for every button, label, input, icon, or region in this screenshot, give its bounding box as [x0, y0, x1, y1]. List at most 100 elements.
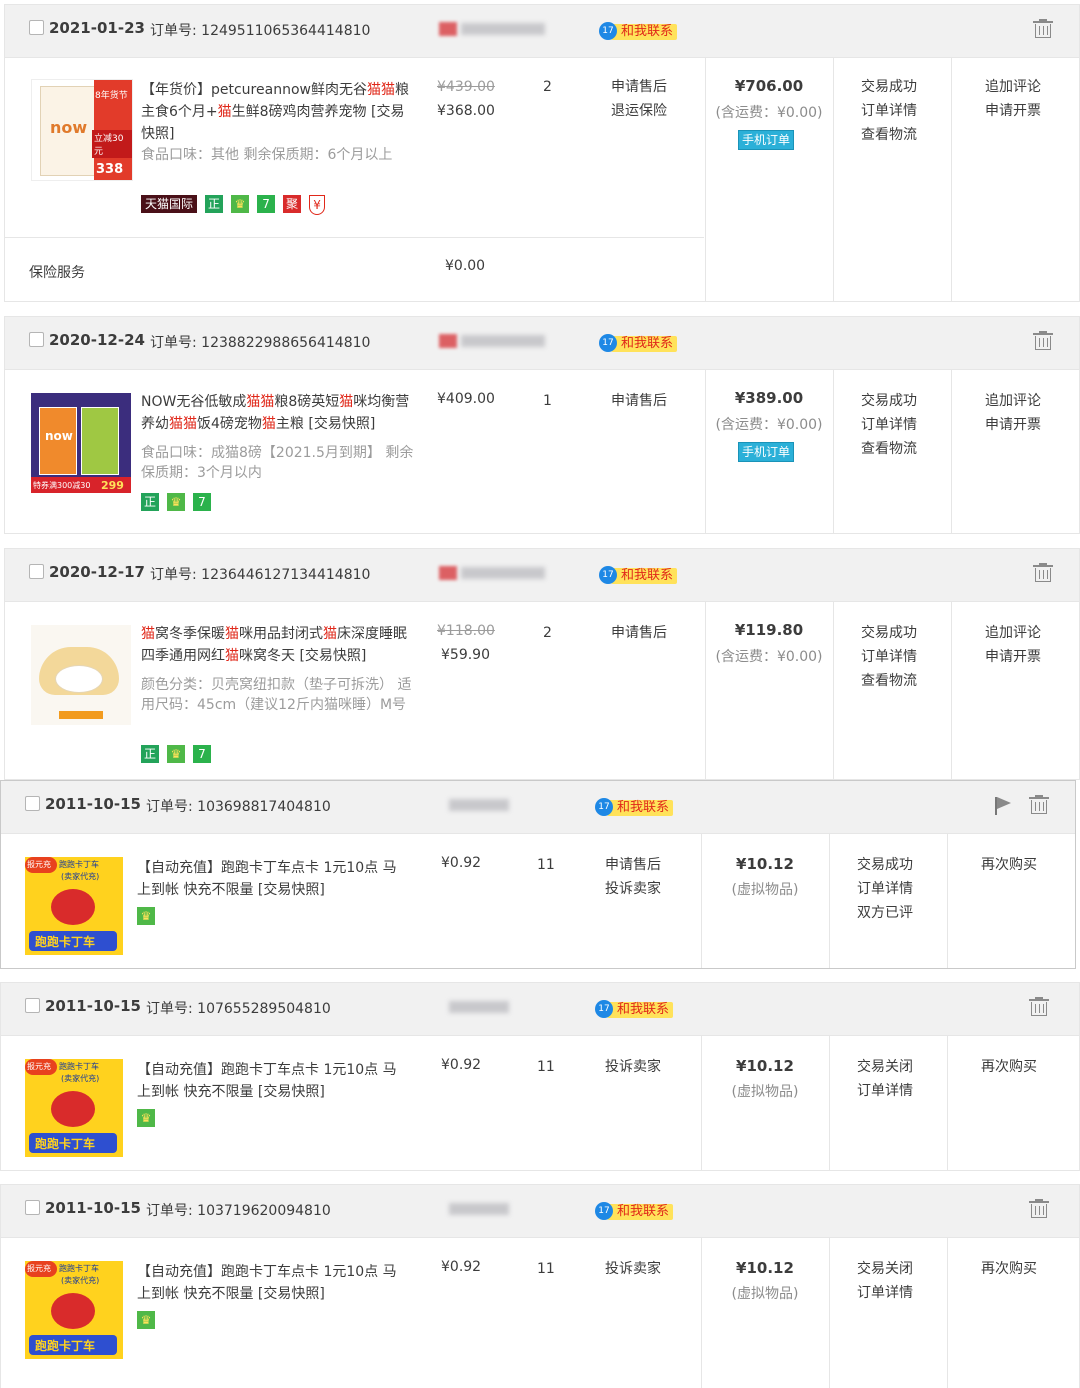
product-thumbnail[interactable]: 报元充 跑跑卡丁车 (卖家代充) 跑跑卡丁车: [25, 1261, 123, 1359]
shop-name-blurred[interactable]: [441, 795, 551, 815]
apply-after-sales-link[interactable]: 申请售后: [611, 389, 667, 413]
flag-icon[interactable]: [993, 795, 1013, 817]
product-thumbnail[interactable]: [31, 625, 131, 725]
view-logistics-link[interactable]: 查看物流: [861, 437, 917, 461]
product-spec: 食品口味：其他 剩余保质期：6个月以上: [141, 147, 393, 163]
column-divider: [951, 601, 952, 779]
after-sales-actions: 申请售后: [611, 621, 667, 645]
product-thumbnail[interactable]: 报元充 跑跑卡丁车 (卖家代充) 跑跑卡丁车: [25, 1059, 123, 1157]
crown-icon[interactable]: ♛: [167, 493, 185, 511]
trash-icon[interactable]: [1033, 563, 1053, 583]
service-badges: ♛: [137, 1311, 163, 1331]
apply-after-sales-link[interactable]: 申请售后: [605, 853, 661, 877]
add-review-link[interactable]: 追加评论: [985, 389, 1041, 413]
product-title-link[interactable]: 【自动充值】跑跑卡丁车点卡 1元10点 马上到帐 快充不限量 [交易快照]: [137, 1059, 409, 1103]
insurance-row: 保险服务 ¥0.00: [5, 237, 704, 302]
request-invoice-link[interactable]: 申请开票: [985, 99, 1041, 123]
column-divider: [947, 1237, 948, 1388]
crown-icon[interactable]: ♛: [137, 1311, 155, 1329]
shipping-fee: (含运费：¥0.00): [715, 649, 823, 665]
order-details-link[interactable]: 订单详情: [861, 99, 917, 123]
view-logistics-link[interactable]: 查看物流: [861, 123, 917, 147]
mobile-order-badge: 手机订单: [738, 442, 795, 462]
shop-name-blurred[interactable]: [439, 331, 549, 351]
add-review-link[interactable]: 追加评论: [985, 75, 1041, 99]
apply-after-sales-link[interactable]: 申请售后: [611, 621, 667, 645]
trash-icon[interactable]: [1033, 331, 1053, 351]
trash-icon[interactable]: [1029, 795, 1049, 815]
product-thumbnail[interactable]: 8年货节 now 立减30元 338: [31, 79, 133, 181]
shop-name-blurred[interactable]: [441, 1199, 551, 1219]
seven-day-return-badge[interactable]: 7: [193, 493, 211, 511]
order-select-checkbox[interactable]: [25, 998, 40, 1013]
apply-after-sales-link[interactable]: 申请售后: [611, 75, 667, 99]
order-details-link[interactable]: 订单详情: [857, 877, 913, 901]
shipping-fee: (虚拟物品): [731, 1084, 799, 1100]
order-operations: 再次购买: [981, 1055, 1037, 1079]
tmall-intl-badge[interactable]: 天猫国际: [141, 195, 198, 213]
genuine-badge[interactable]: 正: [205, 195, 224, 213]
complain-seller-link[interactable]: 投诉卖家: [605, 1055, 661, 1079]
product-thumbnail[interactable]: 报元充 跑跑卡丁车 (卖家代充) 跑跑卡丁车: [25, 857, 123, 955]
service-badges: 正 ♛ 7: [141, 745, 219, 765]
after-sales-actions: 投诉卖家: [605, 1055, 661, 1079]
crown-icon[interactable]: ♛: [167, 745, 185, 763]
column-divider: [833, 601, 834, 779]
product-title-link[interactable]: 猫窝冬季保暖猫咪用品封闭式猫床深度睡眠四季通用网红猫咪窝冬天 [交易快照]: [141, 623, 413, 667]
order-operations: 追加评论 申请开票: [985, 75, 1041, 123]
genuine-badge[interactable]: 正: [141, 745, 159, 763]
add-review-link[interactable]: 追加评论: [985, 621, 1041, 645]
crown-icon[interactable]: ♛: [137, 1109, 155, 1127]
order-details-link[interactable]: 订单详情: [861, 413, 917, 437]
trade-status: 交易关闭: [857, 1059, 913, 1075]
shield-icon[interactable]: ¥: [309, 195, 326, 215]
order-number: 订单号: 107655289504810: [146, 1001, 331, 1017]
juhuasuan-badge[interactable]: 聚: [283, 195, 302, 213]
order-select-checkbox[interactable]: [29, 20, 44, 35]
order-select-checkbox[interactable]: [29, 332, 44, 347]
order-number: 订单号: 103698817404810: [146, 799, 331, 815]
column-divider: [833, 57, 834, 301]
order-details-link[interactable]: 订单详情: [857, 1079, 913, 1103]
trade-status: 交易成功: [861, 625, 917, 641]
unit-price: ¥0.92: [441, 1057, 482, 1073]
order-total: ¥10.12: [736, 1057, 794, 1075]
quantity: 11: [537, 1261, 555, 1277]
trash-icon[interactable]: [1033, 19, 1053, 39]
product-thumbnail[interactable]: now 特券满300减30 299: [31, 393, 131, 493]
product-title-link[interactable]: 【自动充值】跑跑卡丁车点卡 1元10点 马上到帐 快充不限量 [交易快照]: [137, 1261, 409, 1305]
order-date: 2020-12-17: [49, 563, 145, 581]
crown-icon[interactable]: ♛: [137, 907, 155, 925]
contact-icon: 17: [595, 1202, 613, 1220]
buy-again-link[interactable]: 再次购买: [981, 853, 1037, 877]
seven-day-return-badge[interactable]: 7: [257, 195, 276, 213]
complain-seller-link[interactable]: 投诉卖家: [605, 1257, 661, 1281]
seven-day-return-badge[interactable]: 7: [193, 745, 211, 763]
genuine-badge[interactable]: 正: [141, 493, 159, 511]
product-title-link[interactable]: 【年货价】petcureannow鲜肉无谷猫猫粮主食6个月+猫生鲜8磅鸡肉营养宠…: [141, 79, 413, 145]
shop-name-blurred[interactable]: [441, 997, 551, 1017]
shop-name-blurred[interactable]: [439, 19, 549, 39]
order-operations: 再次购买: [981, 853, 1037, 877]
contact-icon: 17: [595, 798, 613, 816]
crown-icon[interactable]: ♛: [231, 195, 250, 213]
order-details-link[interactable]: 订单详情: [857, 1281, 913, 1305]
trash-icon[interactable]: [1029, 997, 1049, 1017]
product-title-link[interactable]: 【自动充值】跑跑卡丁车点卡 1元10点 马上到帐 快充不限量 [交易快照]: [137, 857, 409, 901]
shop-name-blurred[interactable]: [439, 563, 549, 583]
complain-seller-link[interactable]: 投诉卖家: [605, 877, 661, 901]
order-details-link[interactable]: 订单详情: [861, 645, 917, 669]
request-invoice-link[interactable]: 申请开票: [985, 645, 1041, 669]
return-shipping-insurance-link[interactable]: 退运保险: [611, 99, 667, 123]
trade-status: 交易关闭: [857, 1261, 913, 1277]
buy-again-link[interactable]: 再次购买: [981, 1257, 1037, 1281]
order-select-checkbox[interactable]: [25, 796, 40, 811]
view-logistics-link[interactable]: 查看物流: [861, 669, 917, 693]
order-select-checkbox[interactable]: [29, 564, 44, 579]
service-badges: ♛: [137, 907, 163, 927]
product-title-link[interactable]: NOW无谷低敏成猫猫粮8磅英短猫咪均衡营养幼猫猫饭4磅宠物猫主粮 [交易快照]: [141, 391, 413, 435]
order-select-checkbox[interactable]: [25, 1200, 40, 1215]
trash-icon[interactable]: [1029, 1199, 1049, 1219]
request-invoice-link[interactable]: 申请开票: [985, 413, 1041, 437]
buy-again-link[interactable]: 再次购买: [981, 1055, 1037, 1079]
